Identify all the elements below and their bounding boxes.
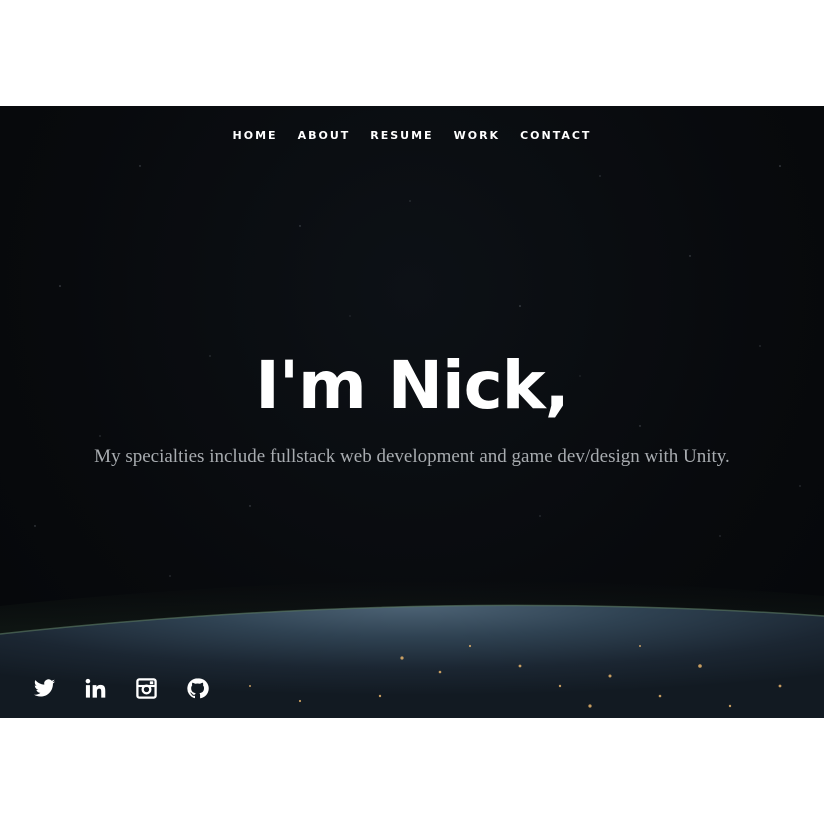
main-nav: HOME ABOUT RESUME WORK CONTACT bbox=[0, 129, 824, 142]
hero-section: HOME ABOUT RESUME WORK CONTACT I'm Nick,… bbox=[0, 106, 824, 718]
instagram-icon[interactable] bbox=[135, 677, 158, 700]
social-links bbox=[33, 677, 209, 700]
twitter-icon[interactable] bbox=[33, 677, 56, 700]
nav-resume[interactable]: RESUME bbox=[370, 129, 433, 142]
linkedin-icon[interactable] bbox=[84, 677, 107, 700]
nav-contact[interactable]: CONTACT bbox=[520, 129, 591, 142]
nav-work[interactable]: WORK bbox=[454, 129, 500, 142]
hero-subtitle: My specialties include fullstack web dev… bbox=[94, 446, 730, 467]
github-icon[interactable] bbox=[186, 677, 209, 700]
nav-about[interactable]: ABOUT bbox=[298, 129, 351, 142]
nav-home[interactable]: HOME bbox=[233, 129, 278, 142]
hero-title: I'm Nick, bbox=[255, 347, 569, 424]
